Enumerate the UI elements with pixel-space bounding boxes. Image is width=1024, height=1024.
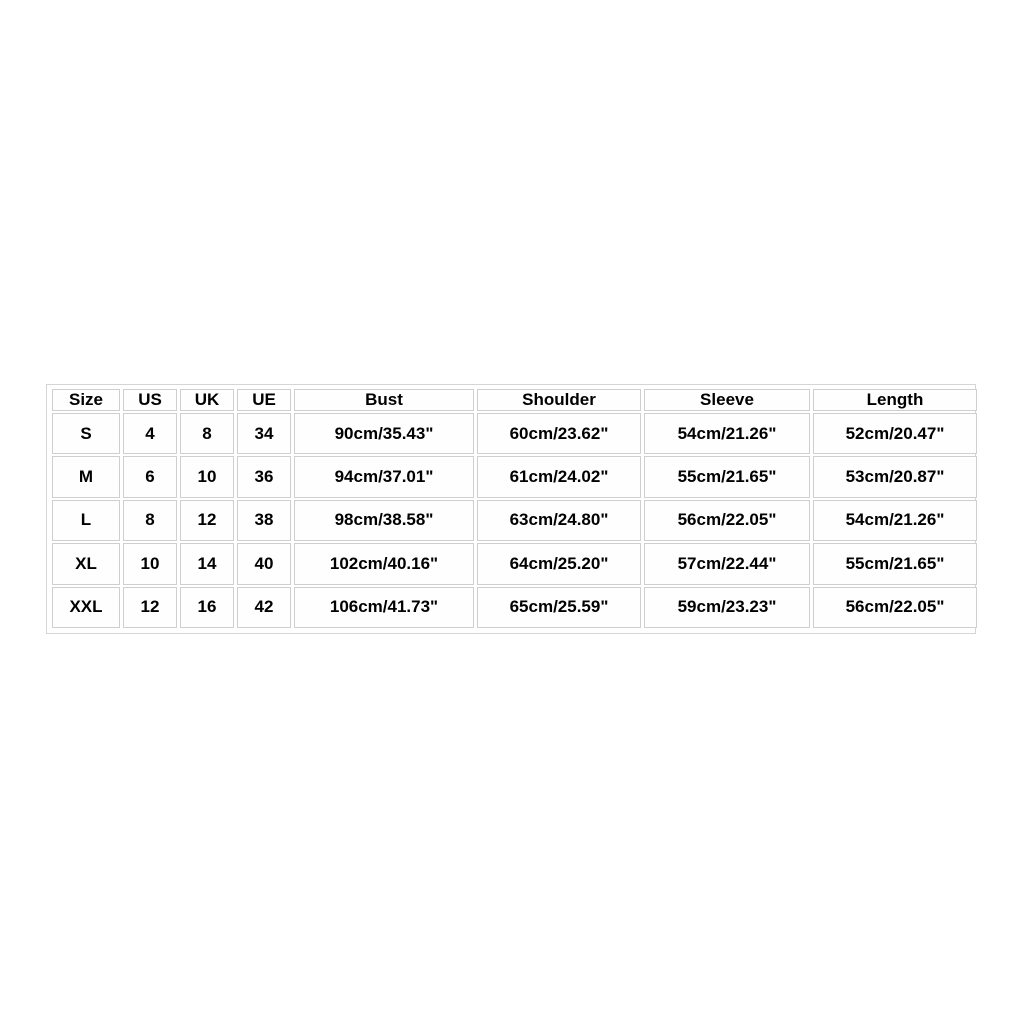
column-header-length: Length [813,389,977,411]
table-row: L 8 12 38 98cm/38.58" 63cm/24.80" 56cm/2… [52,499,977,542]
cell-bust: 94cm/37.01" [294,456,474,498]
cell-ue: 40 [237,543,291,585]
cell-length: 55cm/21.65" [813,543,977,585]
cell-uk: 12 [180,499,234,542]
column-header-shoulder: Shoulder [477,389,641,411]
table-row: S 4 8 34 90cm/35.43" 60cm/23.62" 54cm/21… [52,413,977,455]
cell-us: 4 [123,413,177,455]
cell-shoulder: 63cm/24.80" [477,499,641,542]
cell-size: XXL [52,586,120,628]
cell-ue: 36 [237,456,291,498]
cell-length: 53cm/20.87" [813,456,977,498]
cell-us: 6 [123,456,177,498]
cell-sleeve: 59cm/23.23" [644,586,810,628]
cell-bust: 102cm/40.16" [294,543,474,585]
cell-ue: 42 [237,586,291,628]
cell-bust: 106cm/41.73" [294,586,474,628]
cell-bust: 98cm/38.58" [294,499,474,542]
cell-length: 56cm/22.05" [813,586,977,628]
cell-ue: 38 [237,499,291,542]
column-header-bust: Bust [294,389,474,411]
cell-shoulder: 65cm/25.59" [477,586,641,628]
table-header: Size US UK UE Bust Shoulder Sleeve Lengt… [52,389,977,411]
cell-shoulder: 64cm/25.20" [477,543,641,585]
cell-uk: 10 [180,456,234,498]
cell-size: L [52,499,120,542]
cell-size: S [52,413,120,455]
cell-uk: 16 [180,586,234,628]
table-row: XXL 12 16 42 106cm/41.73" 65cm/25.59" 59… [52,586,977,628]
cell-sleeve: 57cm/22.44" [644,543,810,585]
size-chart-container: Size US UK UE Bust Shoulder Sleeve Lengt… [46,384,977,634]
cell-ue: 34 [237,413,291,455]
table-header-row: Size US UK UE Bust Shoulder Sleeve Lengt… [52,389,977,411]
cell-length: 52cm/20.47" [813,413,977,455]
cell-sleeve: 56cm/22.05" [644,499,810,542]
cell-length: 54cm/21.26" [813,499,977,542]
table-row: XL 10 14 40 102cm/40.16" 64cm/25.20" 57c… [52,543,977,585]
column-header-sleeve: Sleeve [644,389,810,411]
cell-sleeve: 54cm/21.26" [644,413,810,455]
column-header-ue: UE [237,389,291,411]
size-chart-table: Size US UK UE Bust Shoulder Sleeve Lengt… [49,387,980,630]
cell-sleeve: 55cm/21.65" [644,456,810,498]
cell-shoulder: 60cm/23.62" [477,413,641,455]
cell-us: 8 [123,499,177,542]
column-header-size: Size [52,389,120,411]
cell-uk: 14 [180,543,234,585]
column-header-us: US [123,389,177,411]
cell-shoulder: 61cm/24.02" [477,456,641,498]
cell-size: M [52,456,120,498]
table-body: S 4 8 34 90cm/35.43" 60cm/23.62" 54cm/21… [52,413,977,628]
cell-us: 10 [123,543,177,585]
cell-size: XL [52,543,120,585]
cell-bust: 90cm/35.43" [294,413,474,455]
cell-us: 12 [123,586,177,628]
cell-uk: 8 [180,413,234,455]
table-row: M 6 10 36 94cm/37.01" 61cm/24.02" 55cm/2… [52,456,977,498]
column-header-uk: UK [180,389,234,411]
